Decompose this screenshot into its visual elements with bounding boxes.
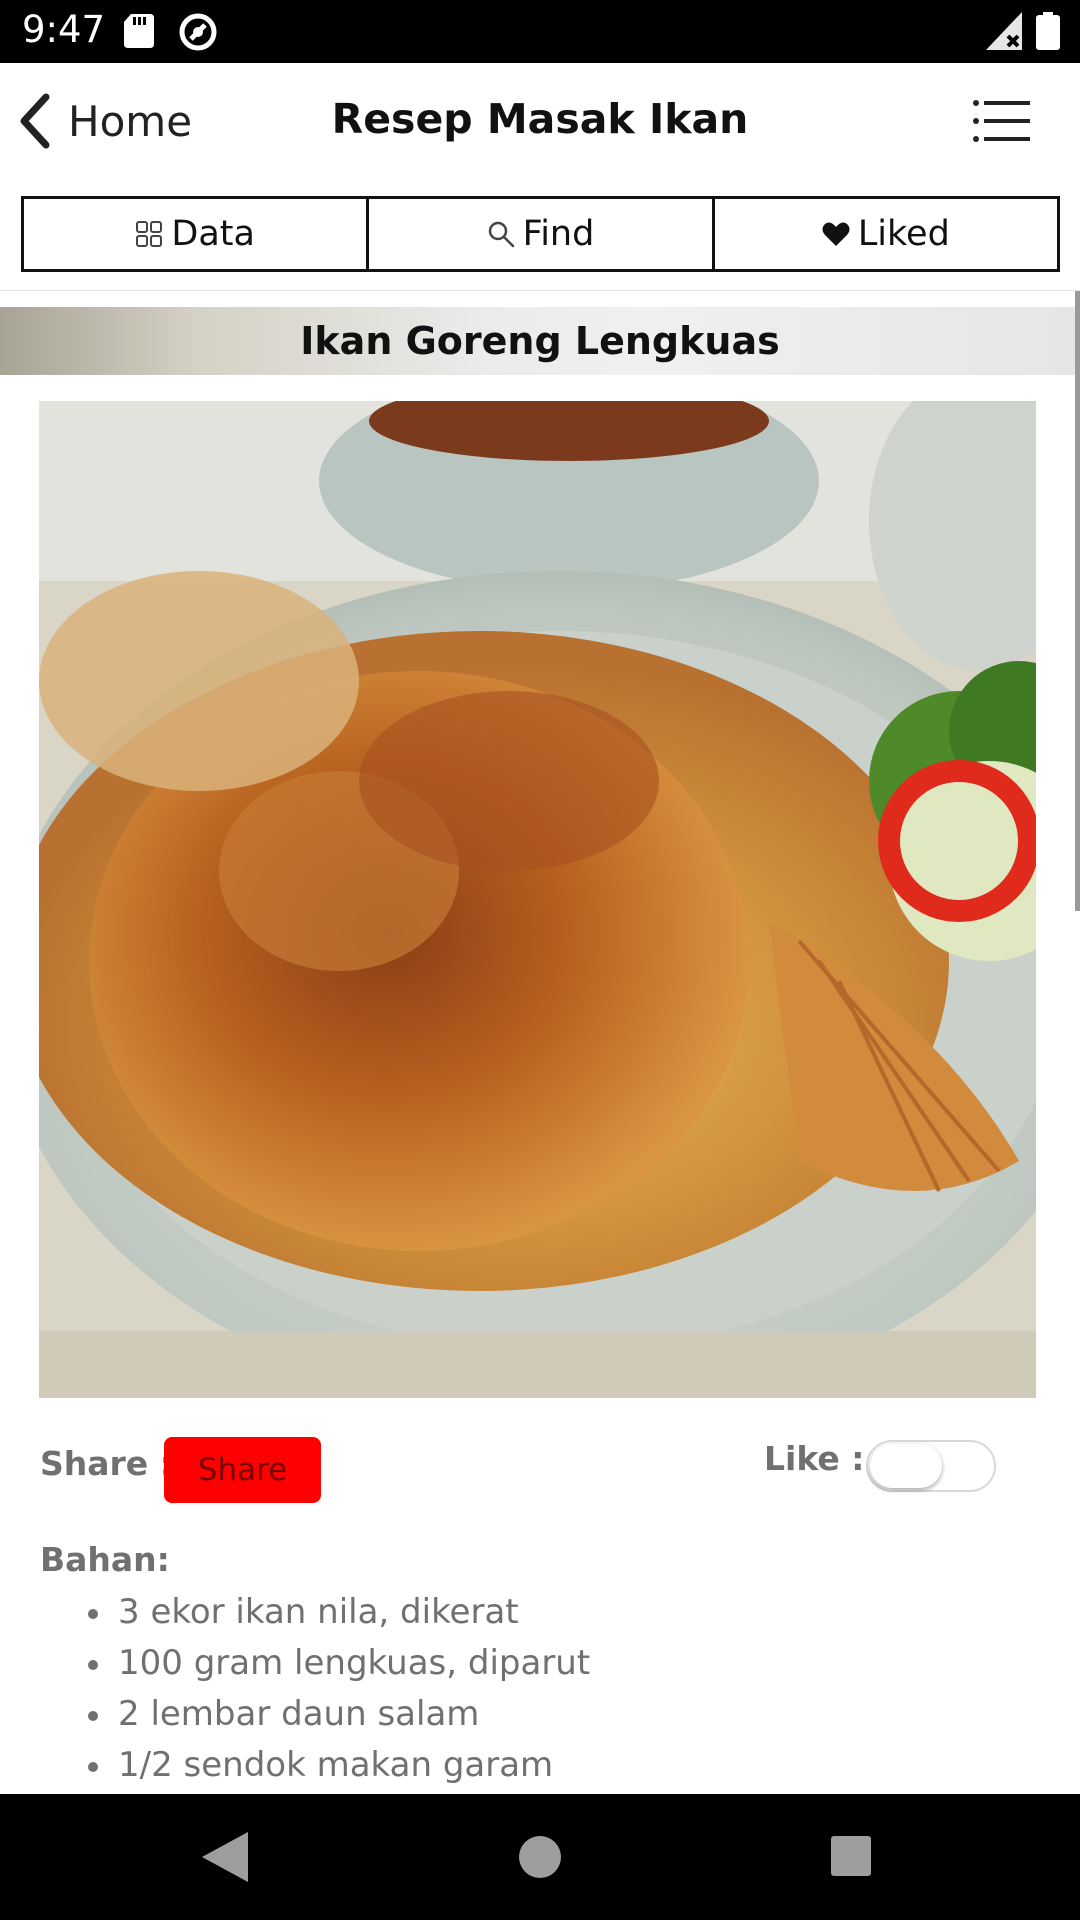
search-icon xyxy=(488,221,514,248)
ingredient-item: 2 lembar daun salam xyxy=(86,1689,590,1740)
tab-data-label: Data xyxy=(171,214,255,254)
ingredient-item: 3 ekor ikan nila, dikerat xyxy=(86,1587,590,1638)
recipe-detail: Ikan Goreng Lengkuas Share: Share Like … xyxy=(0,291,1080,1794)
ingredients-list: 3 ekor ikan nila, dikerat 100 gram lengk… xyxy=(86,1587,590,1791)
list-menu-icon[interactable] xyxy=(972,99,1032,143)
like-toggle-knob xyxy=(870,1444,942,1488)
tab-find-label: Find xyxy=(522,214,595,254)
ingredient-item: 100 gram lengkuas, diparut xyxy=(86,1638,590,1689)
signal-icon xyxy=(986,12,1022,50)
ingredients-heading: Bahan: xyxy=(40,1540,170,1579)
nav-back-icon[interactable] xyxy=(200,1830,250,1884)
grid-icon xyxy=(136,221,163,247)
fried-fish-photo xyxy=(39,401,1036,1398)
like-toggle[interactable] xyxy=(866,1440,996,1492)
heart-icon xyxy=(822,222,850,246)
back-label: Home xyxy=(68,96,193,146)
status-time: 9:47 xyxy=(22,8,106,51)
recipe-photo xyxy=(39,401,1036,1398)
recipe-title: Ikan Goreng Lengkuas xyxy=(300,319,780,363)
nav-home-icon[interactable] xyxy=(519,1836,561,1878)
tab-data[interactable]: Data xyxy=(24,199,366,269)
nav-recents-icon[interactable] xyxy=(831,1836,871,1876)
tab-bar: Data Find Liked xyxy=(21,196,1060,272)
scrollbar[interactable] xyxy=(1075,291,1080,911)
at-sign-icon xyxy=(179,13,217,51)
share-label: Share : xyxy=(40,1444,173,1483)
tab-liked[interactable]: Liked xyxy=(711,199,1057,269)
ingredient-item: 1/2 sendok makan garam xyxy=(86,1740,590,1791)
recipe-title-bar: Ikan Goreng Lengkuas xyxy=(0,307,1080,375)
like-label: Like : xyxy=(764,1439,865,1478)
tab-liked-label: Liked xyxy=(857,214,950,254)
chevron-left-icon xyxy=(20,93,50,149)
tab-find[interactable]: Find xyxy=(366,199,711,269)
app-header: Home Resep Masak Ikan xyxy=(0,63,1080,177)
navigation-bar xyxy=(0,1794,1080,1920)
sd-card-icon xyxy=(124,14,154,48)
back-button[interactable]: Home xyxy=(16,93,192,149)
share-button[interactable]: Share xyxy=(164,1437,321,1503)
status-bar: 9:47 xyxy=(0,0,1080,63)
battery-icon xyxy=(1036,12,1060,50)
